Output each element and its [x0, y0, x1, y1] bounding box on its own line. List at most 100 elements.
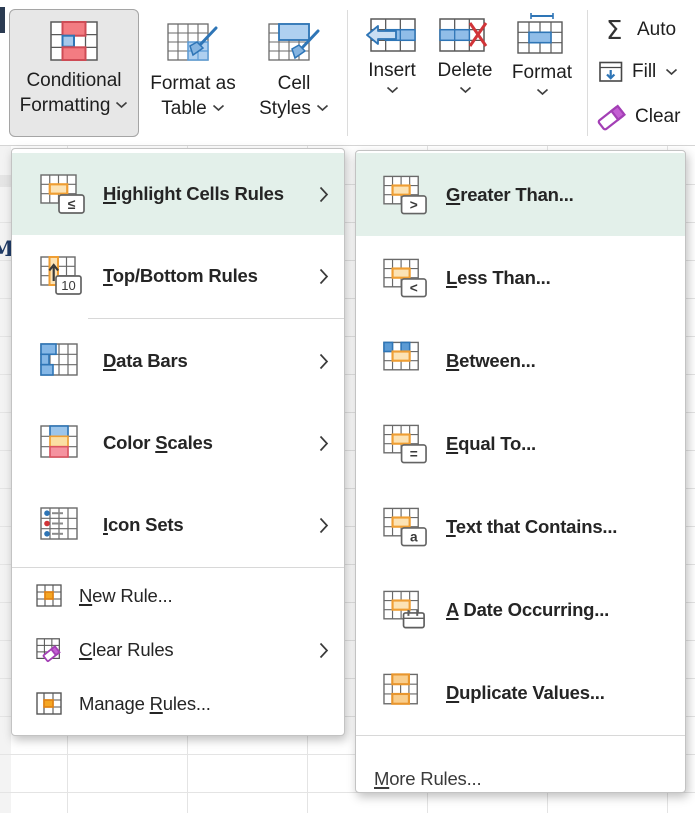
- submenu-arrow-icon: [319, 186, 329, 203]
- menu-item-new-rule[interactable]: New Rule...: [12, 569, 344, 623]
- chevron-down-icon: [212, 104, 225, 112]
- submenu-item-duplicate-values[interactable]: Duplicate Values...: [356, 651, 685, 734]
- highlight-cells-rules-submenu: > Greater Than... < Less Than... Between... =…: [355, 150, 686, 793]
- submenu-item-label: Less Than...: [446, 267, 551, 289]
- format-as-table-button[interactable]: Format as Table: [141, 9, 245, 137]
- chevron-down-icon: [115, 101, 128, 109]
- chevron-down-icon: [316, 104, 329, 112]
- fill-button[interactable]: Fill: [599, 61, 678, 83]
- date-occurring-icon: [383, 590, 428, 630]
- menu-item-label: Manage Rules...: [79, 693, 211, 715]
- data-bars-icon: [40, 341, 86, 381]
- submenu-item-label: A Date Occurring...: [446, 599, 609, 621]
- svg-text:10: 10: [61, 278, 75, 293]
- equal-to-icon: =: [383, 424, 428, 464]
- submenu-item-label: More Rules...: [374, 768, 481, 790]
- new-rule-icon: [36, 584, 64, 608]
- fill-label: Fill: [632, 61, 656, 83]
- insert-button[interactable]: Insert: [360, 9, 424, 137]
- menu-item-clear-rules[interactable]: Clear Rules: [12, 623, 344, 677]
- menu-item-label: Top/Bottom Rules: [103, 265, 258, 287]
- chevron-down-icon: [459, 86, 472, 94]
- ribbon-group-separator: [347, 10, 348, 136]
- clear-label: Clear: [635, 106, 680, 128]
- format-icon: [516, 13, 568, 57]
- menu-item-label: Data Bars: [103, 350, 188, 372]
- button-label: Conditional Formatting: [20, 69, 129, 118]
- submenu-item-between[interactable]: Between...: [356, 319, 685, 402]
- menu-separator: [88, 318, 344, 319]
- svg-text:≤: ≤: [68, 196, 76, 212]
- excel-ui: Conditional Formatting Format as Table C…: [0, 0, 695, 813]
- chevron-down-icon: [665, 68, 678, 76]
- ribbon-group-separator: [587, 10, 588, 136]
- duplicate-values-icon: [383, 673, 428, 713]
- top-bottom-rules-icon: 10: [40, 256, 86, 296]
- insert-icon: [365, 17, 419, 55]
- highlight-cells-rules-icon: ≤: [40, 174, 86, 214]
- submenu-item-less-than[interactable]: < Less Than...: [356, 236, 685, 319]
- conditional-formatting-icon: [50, 21, 98, 63]
- clear-button[interactable]: Clear: [596, 103, 680, 131]
- cell-styles-button[interactable]: Cell Styles: [247, 9, 341, 137]
- menu-item-label: Icon Sets: [103, 514, 183, 536]
- menu-item-data-bars[interactable]: Data Bars: [12, 320, 344, 402]
- text-contains-icon: a: [383, 507, 428, 547]
- button-label: Format as Table: [150, 72, 236, 121]
- clipped-ribbon-icon: [0, 7, 5, 33]
- submenu-item-a-date-occurring[interactable]: A Date Occurring...: [356, 568, 685, 651]
- cell-styles-icon: [268, 20, 320, 66]
- chevron-down-icon: [386, 86, 399, 94]
- submenu-item-label: Text that Contains...: [446, 516, 617, 538]
- submenu-item-text-that-contains[interactable]: a Text that Contains...: [356, 485, 685, 568]
- submenu-arrow-icon: [319, 435, 329, 452]
- svg-text:<: <: [410, 280, 418, 295]
- fill-icon: [599, 61, 623, 83]
- menu-item-label: Highlight Cells Rules: [103, 183, 284, 205]
- menu-item-label: Color Scales: [103, 432, 213, 454]
- conditional-formatting-menu: ≤ Highlight Cells Rules 10 Top/Bottom Rules…: [11, 148, 345, 736]
- autosum-button[interactable]: Σ Auto: [604, 16, 676, 44]
- menu-item-highlight-cells-rules[interactable]: ≤ Highlight Cells Rules: [12, 153, 344, 235]
- button-label: Cell Styles: [259, 72, 329, 121]
- sigma-icon: Σ: [604, 16, 628, 44]
- svg-text:a: a: [410, 529, 418, 544]
- submenu-item-label: Duplicate Values...: [446, 682, 605, 704]
- submenu-arrow-icon: [319, 642, 329, 659]
- cell-fill-fragment: [0, 175, 11, 187]
- delete-button[interactable]: Delete: [430, 9, 500, 137]
- svg-text:Σ: Σ: [606, 16, 622, 44]
- worksheet-left-sliver: M: [0, 146, 11, 813]
- conditional-formatting-button[interactable]: Conditional Formatting: [9, 9, 139, 137]
- delete-icon: [438, 17, 492, 55]
- menu-item-color-scales[interactable]: Color Scales: [12, 402, 344, 484]
- menu-separator: [12, 567, 344, 568]
- color-scales-icon: [40, 423, 86, 463]
- submenu-item-label: Equal To...: [446, 433, 536, 455]
- submenu-arrow-icon: [319, 517, 329, 534]
- submenu-item-equal-to[interactable]: = Equal To...: [356, 402, 685, 485]
- greater-than-icon: >: [383, 175, 428, 215]
- submenu-arrow-icon: [319, 353, 329, 370]
- menu-item-label: New Rule...: [79, 585, 172, 607]
- chevron-down-icon: [536, 88, 549, 96]
- less-than-icon: <: [383, 258, 428, 298]
- autosum-label: Auto: [637, 19, 676, 41]
- submenu-item-greater-than[interactable]: > Greater Than...: [356, 153, 685, 236]
- menu-item-label: Clear Rules: [79, 639, 173, 661]
- submenu-arrow-icon: [319, 268, 329, 285]
- submenu-item-label: Between...: [446, 350, 536, 372]
- menu-item-top-bottom-rules[interactable]: 10 Top/Bottom Rules: [12, 235, 344, 317]
- format-button[interactable]: Format: [505, 9, 579, 137]
- icon-sets-icon: [40, 505, 86, 545]
- clear-rules-icon: [36, 637, 64, 663]
- format-as-table-icon: [167, 20, 219, 66]
- menu-item-manage-rules[interactable]: Manage Rules...: [12, 677, 344, 731]
- menu-separator: [356, 735, 685, 736]
- manage-rules-icon: [36, 692, 64, 716]
- clipped-cell-text: M: [0, 236, 11, 261]
- menu-item-icon-sets[interactable]: Icon Sets: [12, 484, 344, 566]
- submenu-item-label: Greater Than...: [446, 184, 574, 206]
- svg-text:=: =: [410, 446, 418, 461]
- submenu-item-more-rules[interactable]: More Rules...: [356, 737, 685, 793]
